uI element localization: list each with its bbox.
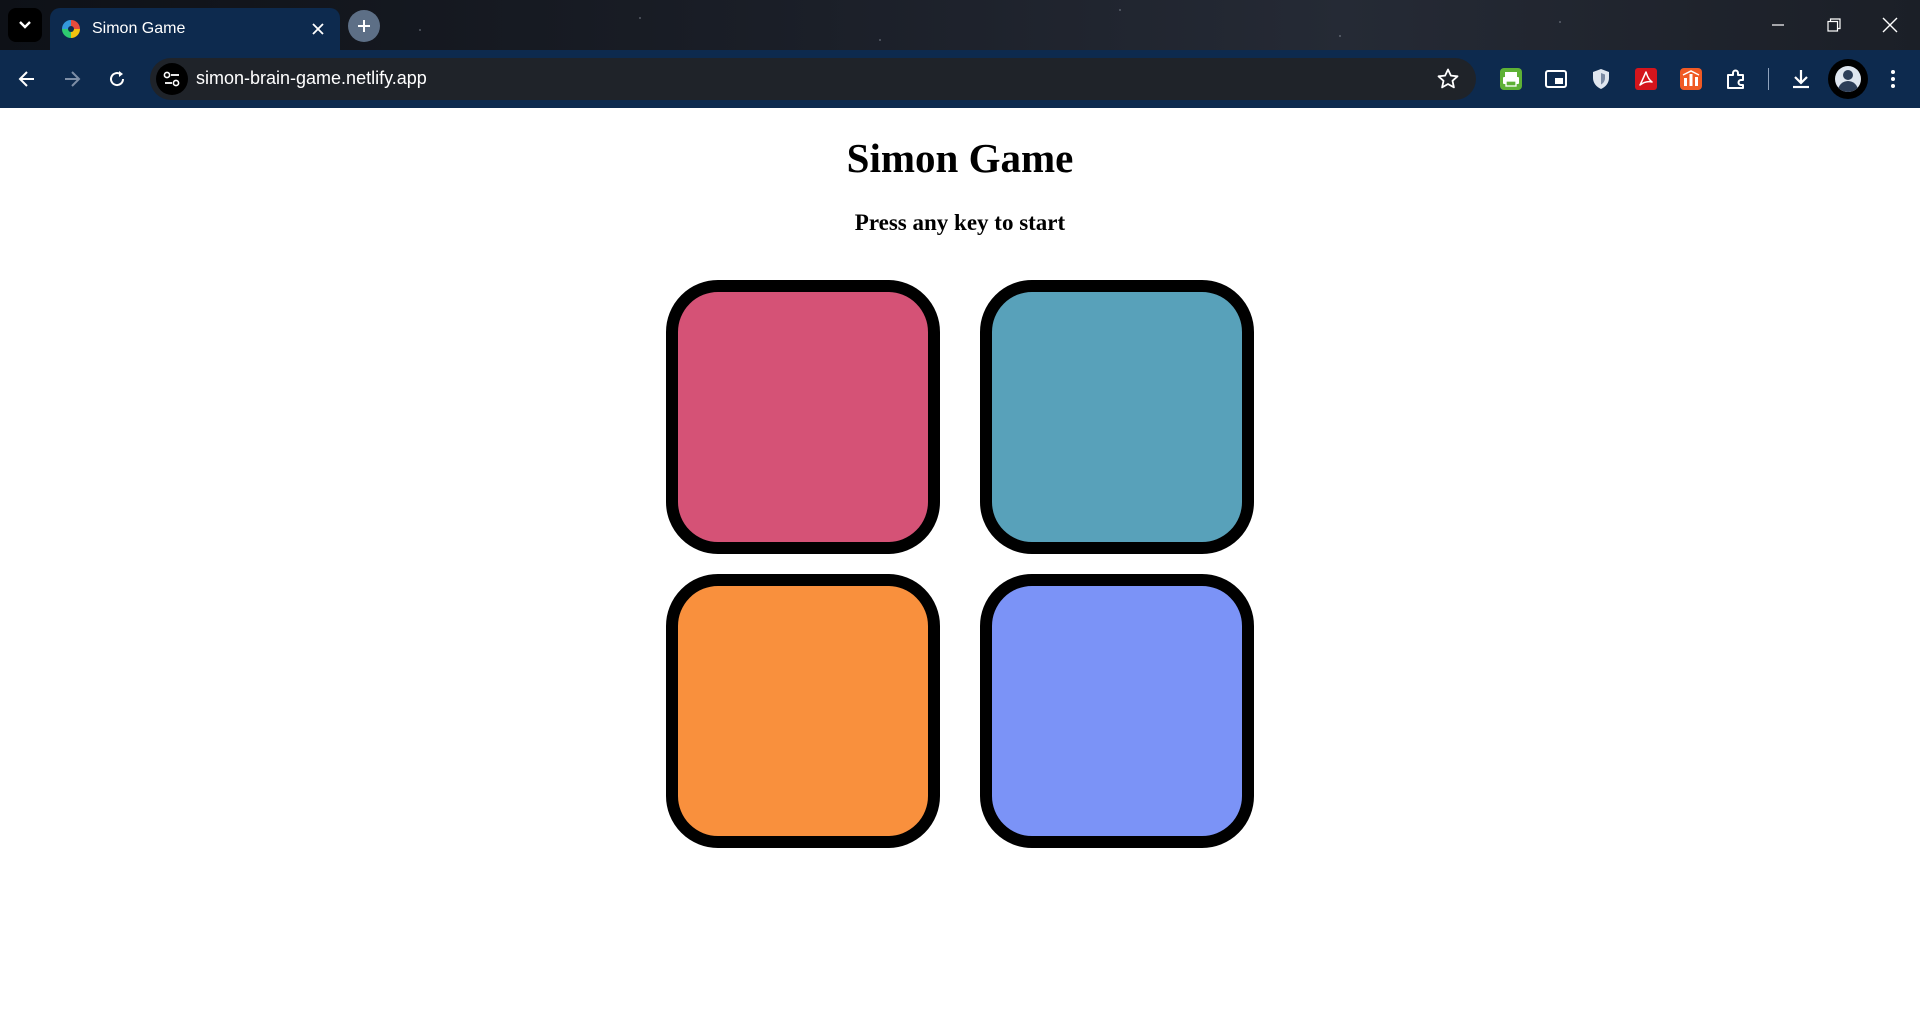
tab-title: Simon Game (92, 20, 186, 37)
address-bar[interactable]: simon-brain-game.netlify.app (150, 58, 1476, 100)
start-instructions: Press any key to start (854, 210, 1066, 235)
shield-extension-button[interactable] (1587, 65, 1615, 93)
download-icon (1793, 70, 1809, 89)
arrow-left-icon (18, 71, 34, 87)
green-game-button[interactable] (980, 280, 1254, 554)
tune-icon (163, 71, 180, 87)
new-tab-button[interactable] (348, 10, 380, 42)
address-bar-url[interactable]: simon-brain-game.netlify.app (196, 68, 427, 89)
site-favicon-icon (62, 20, 80, 38)
avatar-icon (1835, 66, 1861, 92)
more-vertical-icon (1891, 70, 1895, 88)
music-icon (1680, 68, 1702, 90)
printer-icon (1500, 68, 1522, 90)
pdf-extension-button[interactable] (1632, 65, 1660, 93)
browser-menu-button[interactable] (1879, 65, 1907, 93)
page-content: Simon Game Press any key to start (0, 108, 1920, 1020)
blue-game-button[interactable] (980, 574, 1254, 848)
browser-toolbar: simon-brain-game.netlify.app (0, 50, 1920, 108)
picture-in-picture-icon (1545, 70, 1567, 88)
close-window-button[interactable] (1862, 0, 1918, 50)
shield-icon (1593, 69, 1609, 89)
music-extension-button[interactable] (1677, 65, 1705, 93)
minimize-window-button[interactable] (1750, 0, 1806, 50)
reload-button[interactable] (99, 61, 135, 97)
close-icon (1882, 17, 1898, 33)
printer-extension-button[interactable] (1497, 65, 1525, 93)
puzzle-icon (1727, 69, 1744, 89)
tab-strip: Simon Game (0, 0, 1920, 50)
downloads-button[interactable] (1787, 65, 1815, 93)
red-game-button[interactable] (666, 280, 940, 554)
plus-icon (358, 20, 370, 32)
minimize-icon (1772, 24, 1784, 26)
tab-close-button[interactable] (306, 17, 330, 41)
chevron-down-icon (19, 21, 31, 29)
restore-icon (1827, 18, 1841, 32)
arrow-right-icon (65, 71, 81, 87)
pdf-icon (1635, 68, 1657, 90)
browser-tab[interactable]: Simon Game (50, 8, 340, 50)
site-info-button[interactable] (156, 63, 188, 95)
back-button[interactable] (9, 61, 45, 97)
restore-window-button[interactable] (1806, 0, 1862, 50)
bookmark-star-icon[interactable] (1436, 67, 1460, 91)
extensions-button[interactable] (1722, 65, 1750, 93)
toolbar-separator (1768, 68, 1769, 90)
yellow-game-button[interactable] (666, 574, 940, 848)
page-title: Simon Game (846, 135, 1074, 181)
close-icon (312, 23, 324, 35)
profile-avatar-button[interactable] (1828, 59, 1868, 99)
reload-icon (110, 71, 125, 87)
picture-in-picture-extension-button[interactable] (1542, 65, 1570, 93)
tab-search-button[interactable] (8, 8, 42, 42)
forward-button[interactable] (54, 61, 90, 97)
